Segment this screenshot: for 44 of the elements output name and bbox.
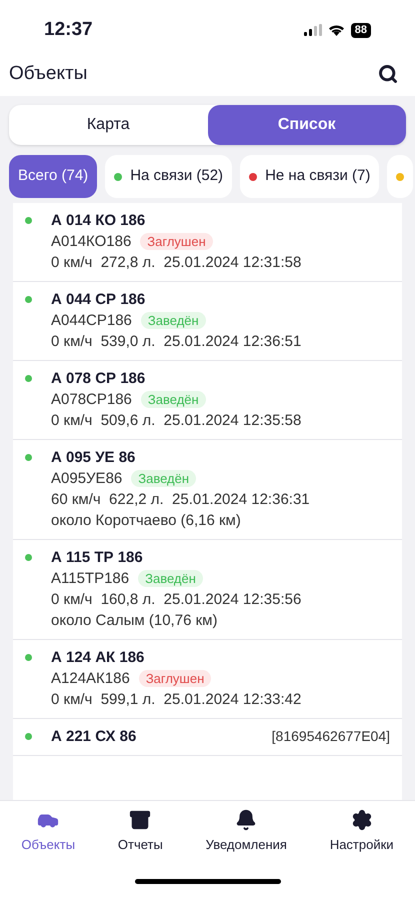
view-tab[interactable]: Список	[208, 105, 406, 145]
filter-chip[interactable]: Не на связи (7)	[240, 155, 380, 198]
status-time: 12:37	[44, 18, 93, 42]
object-title[interactable]: А 095 УЕ 86	[51, 447, 136, 468]
plate-number: А014КО186	[51, 232, 132, 252]
object-details: 60 км/ч 622,2 л. 25.01.2024 12:36:31	[51, 490, 311, 510]
plate-number: А078СР186	[51, 390, 132, 410]
engine-status: Заведён	[131, 470, 196, 487]
object-title[interactable]: А 115 ТР 186	[51, 547, 143, 568]
view-tab[interactable]: Карта	[9, 105, 208, 145]
object-details: 0 км/ч 539,0 л. 25.01.2024 12:36:51	[51, 332, 302, 352]
object-details: 0 км/ч 272,8 л. 25.01.2024 12:31:58	[51, 253, 302, 273]
plate-number: А095УЕ86	[51, 469, 122, 489]
engine-status: Заведён	[140, 312, 206, 329]
object-title[interactable]: А 221 СХ 86	[51, 726, 136, 747]
filter-chip[interactable]: На связи (52)	[105, 155, 232, 198]
object-details: 0 км/ч 509,6 л. 25.01.2024 12:35:58	[51, 411, 302, 431]
nav-tab[interactable]: Объекты	[21, 808, 76, 854]
object-location: около Салым (10,76 км)	[51, 611, 218, 631]
battery-indicator: 88	[350, 22, 371, 38]
engine-status: Заглушен	[138, 670, 212, 687]
nav-tab[interactable]: Уведомления	[206, 808, 287, 854]
object-title[interactable]: А 044 СР 186	[51, 289, 146, 310]
object-title[interactable]: А 014 КО 186	[51, 210, 146, 231]
nav-tab[interactable]: Настройки	[330, 808, 394, 854]
tracker-id: [81695462677E04]	[272, 727, 390, 746]
nav-tab[interactable]: Отчеты	[118, 808, 163, 854]
plate-number: А044СР186	[51, 311, 132, 331]
plate-number: А124АК186	[51, 669, 130, 689]
object-title[interactable]: А 078 СР 186	[51, 368, 146, 389]
engine-status: Заведён	[140, 391, 206, 408]
page-title: Объекты	[9, 62, 88, 86]
object-details: 0 км/ч 160,8 л. 25.01.2024 12:35:56	[51, 590, 302, 610]
signal-icon	[304, 24, 322, 36]
wifi-icon	[328, 24, 345, 36]
search-icon[interactable]	[378, 64, 398, 84]
object-location: около Коротчаево (6,16 км)	[51, 511, 242, 531]
engine-status: Заглушен	[140, 233, 213, 250]
engine-status: Заведён	[138, 570, 203, 587]
object-details: 0 км/ч 599,1 л. 25.01.2024 12:33:42	[51, 690, 302, 710]
bell-icon	[235, 808, 258, 831]
object-title[interactable]: А 124 АК 186	[51, 647, 144, 668]
plate-number: А115ТР186	[51, 569, 130, 589]
filter-chip[interactable]: Всего (74)	[9, 155, 98, 198]
